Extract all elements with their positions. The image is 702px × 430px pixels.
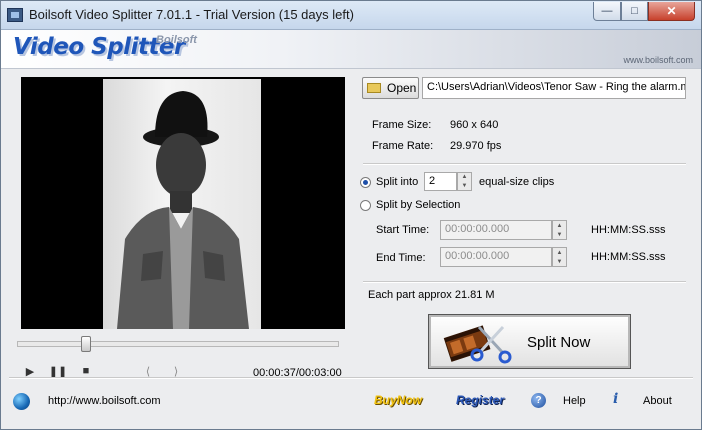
seek-bar[interactable] xyxy=(17,341,339,347)
end-time-stepper[interactable]: ▲ ▼ xyxy=(552,247,567,267)
globe-icon xyxy=(13,393,30,410)
each-part-size: Each part approx 21.81 M xyxy=(368,289,495,301)
app-window: Boilsoft Video Splitter 7.01.1 - Trial V… xyxy=(0,0,702,430)
end-time-label: End Time: xyxy=(376,252,426,264)
info-icon[interactable]: i xyxy=(613,391,629,409)
video-frame-image xyxy=(103,79,261,329)
window-title: Boilsoft Video Splitter 7.01.1 - Trial V… xyxy=(29,7,354,22)
file-path-field[interactable]: C:\Users\Adrian\Videos\Tenor Saw - Ring … xyxy=(422,77,686,99)
open-button-label: Open xyxy=(387,81,417,95)
start-time-stepper[interactable]: ▲ ▼ xyxy=(552,220,567,240)
register-button[interactable]: Register xyxy=(456,393,504,407)
help-link[interactable]: Help xyxy=(563,395,586,407)
split-count-input[interactable]: 2 xyxy=(424,172,457,191)
maximize-button[interactable]: □ xyxy=(621,2,648,21)
split-by-selection-label: Split by Selection xyxy=(376,199,461,211)
video-frame-illustration xyxy=(117,91,249,329)
film-scissors-icon xyxy=(443,325,512,364)
banner: Video Splitter Boilsoft www.boilsoft.com xyxy=(1,30,701,69)
split-into-suffix: equal-size clips xyxy=(479,176,555,188)
brand-label: Boilsoft xyxy=(156,34,197,46)
seek-thumb[interactable] xyxy=(80,336,91,352)
frame-rate-value: 29.970 fps xyxy=(450,140,502,152)
close-button[interactable]: ✕ xyxy=(648,2,695,21)
frame-rate-label: Frame Rate: xyxy=(372,140,434,152)
split-by-selection-radio[interactable] xyxy=(360,200,371,211)
split-now-button[interactable]: Split Now xyxy=(428,314,631,369)
minimize-button[interactable]: — xyxy=(593,2,621,21)
banner-url: www.boilsoft.com xyxy=(623,55,693,65)
folder-icon xyxy=(367,83,381,93)
split-into-label: Split into xyxy=(376,176,419,188)
divider xyxy=(363,281,686,283)
app-icon xyxy=(7,8,23,22)
help-icon[interactable]: ? xyxy=(531,393,546,408)
split-count-stepper[interactable]: ▲ ▼ xyxy=(457,172,472,191)
frame-size-value: 960 x 640 xyxy=(450,119,499,131)
start-time-label: Start Time: xyxy=(376,224,430,236)
end-time-format: HH:MM:SS.sss xyxy=(591,251,666,263)
website-link[interactable]: http://www.boilsoft.com xyxy=(48,395,161,407)
buy-now-button[interactable]: BuyNow xyxy=(374,393,422,407)
open-button[interactable]: Open xyxy=(362,77,419,99)
footer-bar: http://www.boilsoft.com BuyNow Register … xyxy=(1,379,701,429)
about-link[interactable]: About xyxy=(643,395,672,407)
split-now-label: Split Now xyxy=(527,334,591,351)
end-time-input[interactable]: 00:00:00.000 xyxy=(440,247,552,267)
divider xyxy=(363,163,686,165)
video-preview xyxy=(21,77,345,329)
frame-size-label: Frame Size: xyxy=(372,119,432,131)
split-into-radio[interactable] xyxy=(360,177,371,188)
start-time-input[interactable]: 00:00:00.000 xyxy=(440,220,552,240)
start-time-format: HH:MM:SS.sss xyxy=(591,224,666,236)
title-bar[interactable]: Boilsoft Video Splitter 7.01.1 - Trial V… xyxy=(1,1,701,30)
